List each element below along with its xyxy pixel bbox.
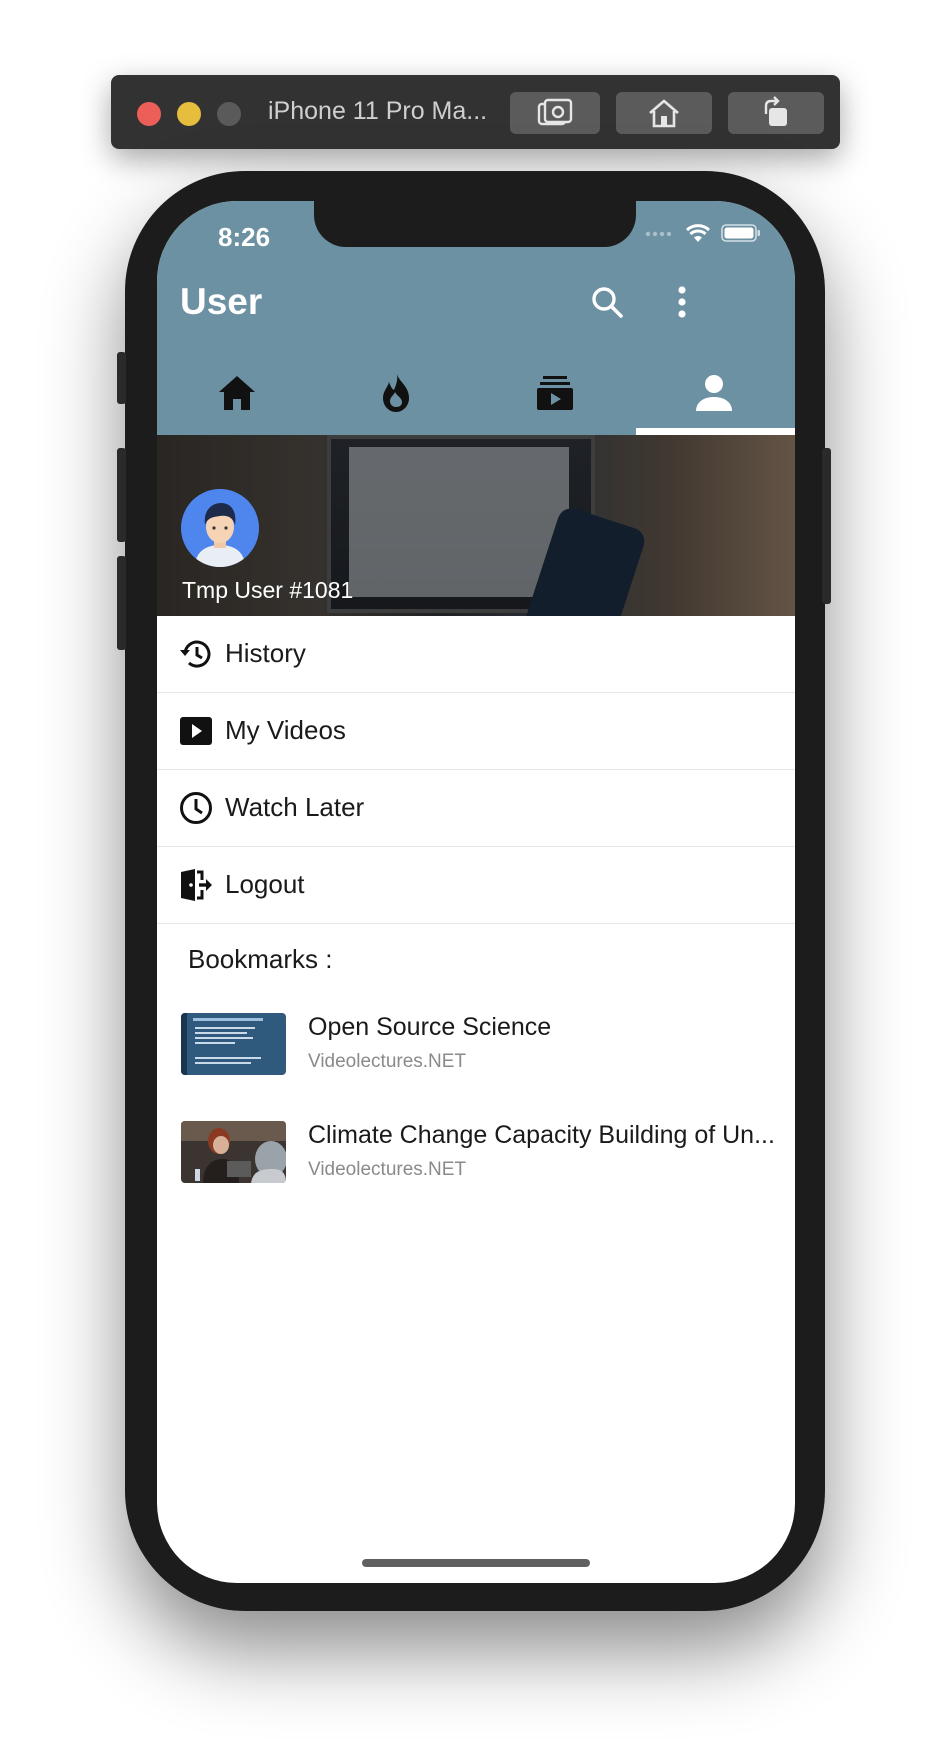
notch	[314, 201, 636, 247]
phone-screen: 8:26 User Tmp User #1081 History My Vide…	[157, 201, 795, 1583]
search-button[interactable]	[584, 279, 630, 325]
clock-icon	[180, 792, 212, 824]
more-vert-icon	[678, 286, 686, 318]
fire-icon	[382, 374, 409, 412]
tab-home[interactable]	[157, 351, 316, 435]
simulator-title: iPhone 11 Pro Ma...	[268, 97, 488, 125]
menu-label: Logout	[225, 869, 305, 899]
menu-item-my-videos[interactable]: My Videos	[157, 693, 795, 770]
volume-up-button	[117, 448, 126, 542]
profile-header: Tmp User #1081	[157, 435, 795, 616]
close-window-button[interactable]	[137, 102, 161, 126]
bookmark-title: Climate Change Capacity Building of Un..…	[308, 1121, 775, 1149]
tab-indicator	[636, 428, 795, 435]
menu-item-history[interactable]: History	[157, 616, 795, 693]
more-options-button[interactable]	[659, 279, 705, 325]
home-icon	[218, 376, 255, 410]
page-title: User	[180, 281, 263, 322]
signal-icon	[645, 231, 672, 237]
menu-item-watch-later[interactable]: Watch Later	[157, 770, 795, 847]
battery-icon	[721, 224, 760, 242]
power-button	[822, 448, 831, 604]
screenshot-button[interactable]	[510, 92, 600, 134]
tab-trending[interactable]	[316, 351, 475, 435]
person-icon	[695, 375, 732, 411]
home-button[interactable]	[616, 92, 712, 134]
volume-down-button	[117, 556, 126, 650]
avatar[interactable]	[181, 489, 259, 567]
search-icon	[592, 287, 623, 318]
rotate-button[interactable]	[728, 92, 824, 134]
bookmark-source: Videolectures.NET	[308, 1051, 467, 1072]
bookmark-title: Open Source Science	[308, 1013, 552, 1041]
bookmark-item[interactable]: Open Source Science Videolectures.NET	[157, 1001, 795, 1085]
bookmark-thumbnail	[181, 1121, 286, 1183]
minimize-window-button[interactable]	[177, 102, 201, 126]
logout-icon	[181, 869, 212, 901]
status-icons	[645, 223, 761, 243]
menu-label: History	[225, 638, 306, 668]
subscriptions-icon	[536, 376, 573, 410]
wifi-icon	[685, 224, 711, 242]
zoom-window-button[interactable]	[217, 102, 241, 126]
tab-subscriptions[interactable]	[475, 351, 634, 435]
video-icon	[180, 717, 212, 745]
bookmarks-heading: Bookmarks :	[188, 944, 333, 974]
history-icon	[180, 640, 211, 668]
bookmark-item[interactable]: Climate Change Capacity Building of Un..…	[157, 1109, 795, 1193]
menu-label: Watch Later	[225, 792, 365, 822]
bookmark-thumbnail	[181, 1013, 286, 1075]
user-avatar-icon	[195, 503, 245, 567]
menu-item-logout[interactable]: Logout	[157, 847, 795, 924]
tab-user[interactable]	[634, 351, 793, 435]
mute-switch	[117, 352, 126, 404]
home-icon	[649, 99, 679, 128]
rotate-icon	[764, 96, 787, 126]
screenshot-icon	[537, 98, 573, 126]
status-time: 8:26	[218, 222, 271, 252]
simulator-window-bar: iPhone 11 Pro Ma...	[111, 75, 840, 149]
profile-name: Tmp User #1081	[182, 577, 354, 603]
menu-label: My Videos	[225, 715, 346, 745]
home-indicator[interactable]	[362, 1559, 590, 1567]
bookmark-source: Videolectures.NET	[308, 1159, 467, 1180]
